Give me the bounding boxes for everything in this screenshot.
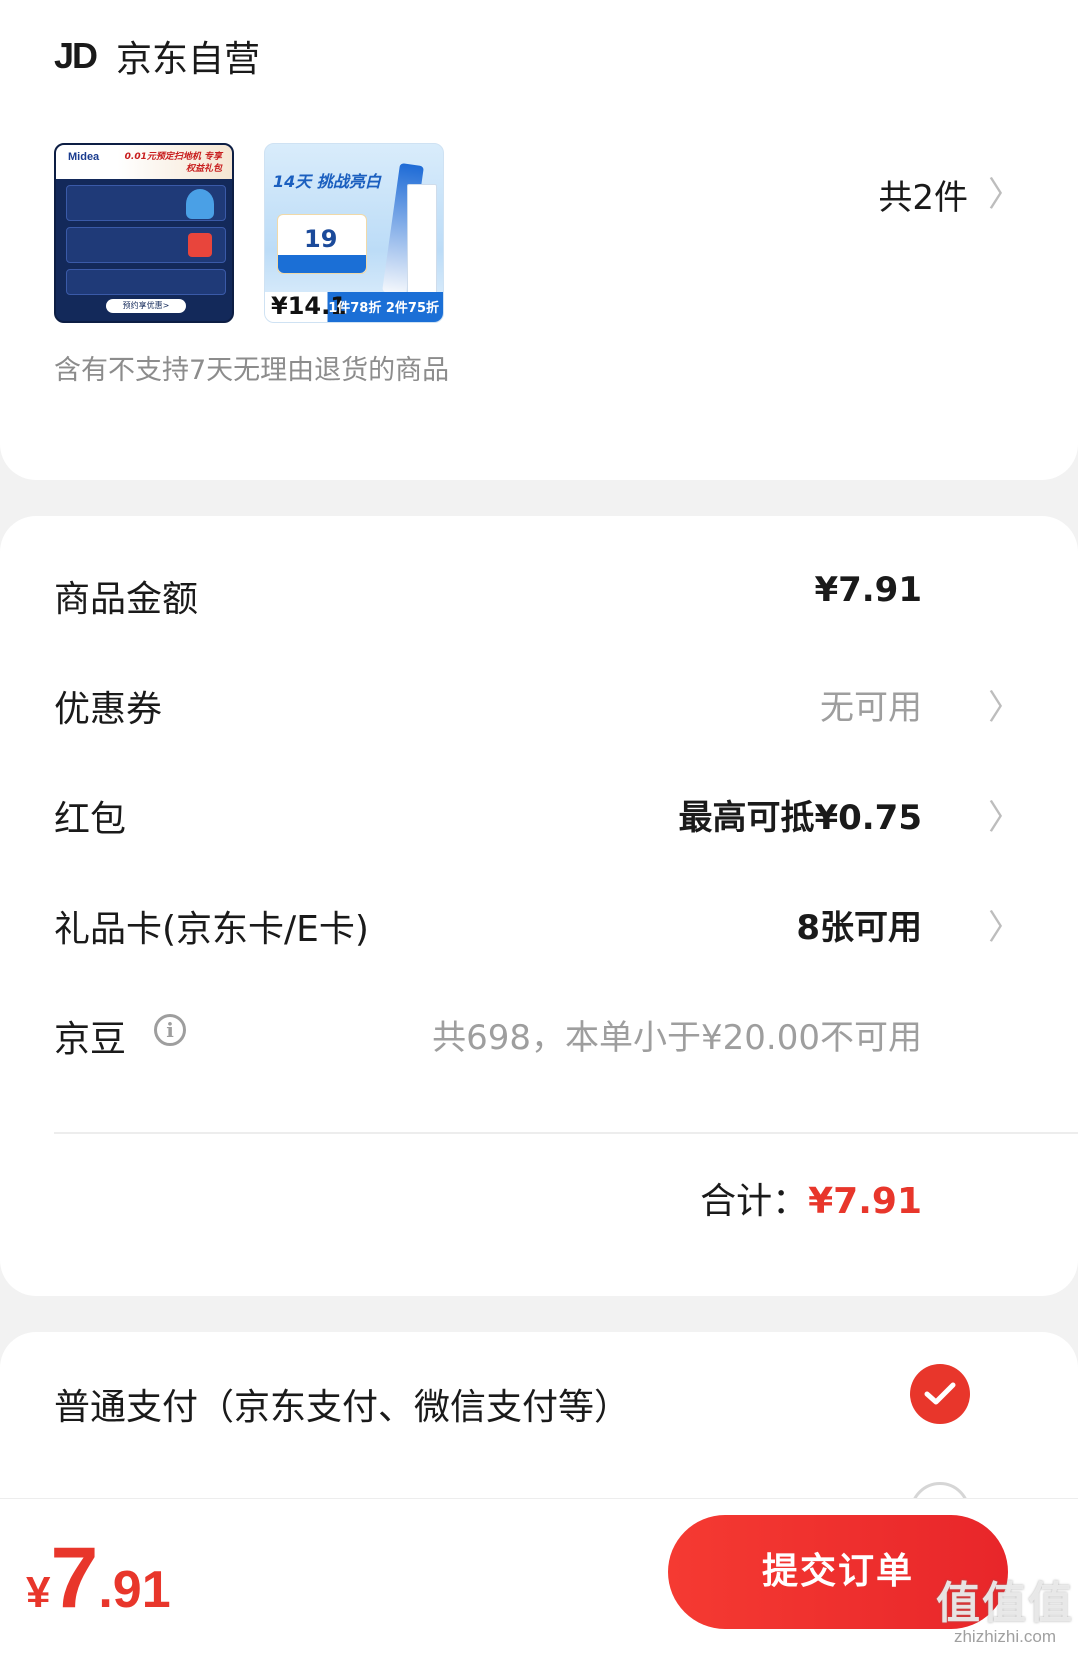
total-price: ¥7.91 — [26, 1529, 171, 1628]
shop-header: JD 京东自营 — [54, 30, 260, 82]
thumb-coupon-value: 19 — [304, 225, 338, 253]
row-label: 商品金额 — [54, 579, 199, 620]
thumb-discount-tag: 1件78折 2件75折 — [328, 301, 439, 316]
currency-symbol: ¥ — [26, 1568, 51, 1617]
product-thumbnails[interactable]: Midea 0.01元预定扫地机 专享权益礼包 预约享优惠> 14天 挑战亮白 … — [54, 143, 444, 323]
product-thumbnail-toothpaste[interactable]: 14天 挑战亮白 19 ¥14.1 1件78折 2件75折 — [264, 143, 444, 323]
checkout-bar: ¥7.91 提交订单 值值值 zhizhizhi.com — [0, 1498, 1078, 1660]
subtotal: 合计：¥7.91 — [700, 1172, 922, 1224]
chevron-right-icon[interactable]: 〉 — [988, 167, 1022, 216]
technician-image — [186, 189, 214, 219]
chevron-right-icon[interactable]: 〉 — [988, 900, 1022, 949]
item-count[interactable]: 共2件 — [878, 170, 968, 219]
subtotal-amount: ¥7.91 — [808, 1181, 922, 1222]
row-value: 8张可用 — [796, 908, 922, 948]
info-icon[interactable]: i — [154, 1014, 186, 1046]
row-goods-amount: 商品金额 ¥7.91 — [0, 562, 1078, 622]
thumb-headline: 14天 挑战亮白 — [273, 172, 381, 191]
chevron-right-icon[interactable]: 〉 — [988, 680, 1022, 729]
row-label: 京豆 — [54, 1019, 127, 1060]
toothpaste-box-image — [407, 184, 437, 304]
row-value: 无可用 — [820, 688, 922, 728]
row-value: 共698，本单小于¥20.00不可用 — [432, 1018, 922, 1058]
shop-card: JD 京东自营 Midea 0.01元预定扫地机 专享权益礼包 预约享优惠> 1… — [0, 0, 1078, 480]
watermark-logo: 值值值 — [936, 1578, 1074, 1629]
product-thumbnail-midea[interactable]: Midea 0.01元预定扫地机 专享权益礼包 预约享优惠> — [54, 143, 234, 323]
row-label: 优惠券 — [54, 689, 163, 730]
chevron-right-icon[interactable]: 〉 — [988, 790, 1022, 839]
gift-image — [188, 233, 212, 257]
price-details-card: 商品金额 ¥7.91 优惠券 无可用 〉 红包 最高可抵¥0.75 〉 礼品卡(… — [0, 516, 1078, 1296]
price-decimal: .91 — [98, 1561, 171, 1619]
shop-name: 京东自营 — [116, 39, 261, 80]
row-value: ¥7.91 — [814, 570, 922, 610]
site-watermark: 值值值 zhizhizhi.com — [936, 1567, 1074, 1647]
jd-logo: JD — [54, 35, 98, 76]
payment-option-label[interactable]: 普通支付（京东支付、微信支付等） — [54, 1378, 630, 1430]
row-red-packet[interactable]: 红包 最高可抵¥0.75 〉 — [0, 782, 1078, 842]
thumb-button: 预约享优惠> — [106, 299, 186, 313]
divider — [54, 1132, 1078, 1134]
thumb-promo: 0.01元预定扫地机 专享权益礼包 — [124, 152, 222, 174]
row-value: 最高可抵¥0.75 — [678, 798, 922, 838]
row-coupon[interactable]: 优惠券 无可用 〉 — [0, 672, 1078, 732]
subtotal-label: 合计： — [700, 1181, 809, 1222]
row-label: 红包 — [54, 799, 127, 840]
thumb-coupon: 19 — [277, 214, 367, 274]
price-integer: 7 — [50, 1530, 99, 1626]
row-label: 礼品卡(京东卡/E卡) — [54, 909, 369, 950]
return-policy-notice: 含有不支持7天无理由退货的商品 — [54, 355, 450, 386]
row-gift-card[interactable]: 礼品卡(京东卡/E卡) 8张可用 〉 — [0, 892, 1078, 952]
thumb-brand: Midea — [68, 151, 100, 163]
watermark-url: zhizhizhi.com — [953, 1627, 1057, 1646]
row-jd-beans: 京豆 i 共698，本单小于¥20.00不可用 — [0, 1002, 1078, 1062]
checkmark-icon[interactable] — [910, 1364, 970, 1424]
